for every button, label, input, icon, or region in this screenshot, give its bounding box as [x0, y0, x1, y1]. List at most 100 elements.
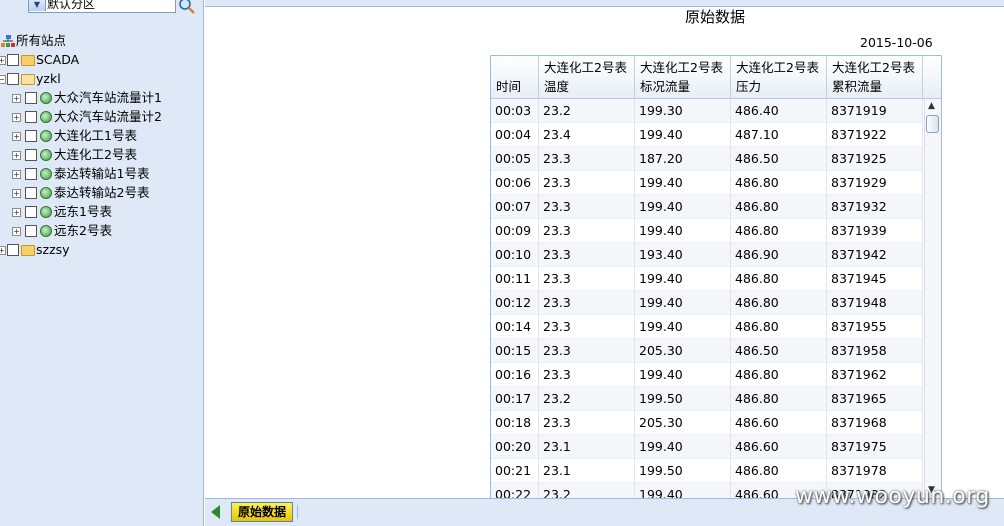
- table-row[interactable]: 00:17 23.2 199.50 486.80 8371965: [491, 387, 923, 411]
- table-row[interactable]: 00:21 23.1 199.50 486.80 8371978: [491, 459, 923, 483]
- table-cell: 486.50: [731, 147, 827, 171]
- table-cell: 00:05: [491, 147, 539, 171]
- tree-group-label: SCADA: [36, 52, 80, 67]
- tree-item-station[interactable]: + 大连化工2号表: [0, 146, 200, 165]
- tree-item-station[interactable]: + 大众汽车站流量计1: [0, 89, 200, 108]
- tree-checkbox[interactable]: [25, 168, 37, 180]
- tree-checkbox[interactable]: [7, 73, 19, 85]
- table-row[interactable]: 00:15 23.3 205.30 486.50 8371958: [491, 339, 923, 363]
- table-cell: 00:20: [491, 435, 539, 459]
- table-cell: 23.3: [539, 267, 635, 291]
- table-row[interactable]: 00:04 23.4 199.40 487.10 8371922: [491, 123, 923, 147]
- table-cell: 486.90: [731, 243, 827, 267]
- collapse-icon[interactable]: −: [0, 75, 6, 84]
- table-row[interactable]: 00:09 23.3 199.40 486.80 8371939: [491, 219, 923, 243]
- tree-group-yzkl[interactable]: − yzkl: [0, 70, 200, 89]
- meter-icon: [40, 92, 52, 104]
- site-tree-panel: ▼ 默认分区 所有站点 + SCADA − yzkl + 大众汽车站流量计1 +…: [0, 0, 204, 526]
- table-cell: 487.10: [731, 123, 827, 147]
- panel-header-strip: [205, 0, 1004, 7]
- table-row[interactable]: 00:07 23.3 199.40 486.80 8371932: [491, 195, 923, 219]
- zone-select[interactable]: ▼ 默认分区: [28, 0, 176, 13]
- arrow-left-icon[interactable]: [211, 505, 220, 519]
- tree-group-label: szzsy: [36, 242, 70, 257]
- table-row[interactable]: 00:10 23.3 193.40 486.90 8371942: [491, 243, 923, 267]
- table-row[interactable]: 00:16 23.3 199.40 486.80 8371962: [491, 363, 923, 387]
- tree-checkbox[interactable]: [25, 130, 37, 142]
- table-cell: 23.3: [539, 363, 635, 387]
- table-row[interactable]: 00:11 23.3 199.40 486.80 8371945: [491, 267, 923, 291]
- tree-checkbox[interactable]: [7, 54, 19, 66]
- meter-icon: [40, 225, 52, 237]
- column-header-line2: 压力: [736, 79, 762, 94]
- table-cell: 23.1: [539, 435, 635, 459]
- table-row[interactable]: 00:14 23.3 199.40 486.80 8371955: [491, 315, 923, 339]
- expand-icon[interactable]: +: [12, 170, 21, 179]
- column-header-time[interactable]: 时间: [491, 56, 539, 98]
- table-cell: 486.80: [731, 291, 827, 315]
- expand-icon[interactable]: +: [12, 132, 21, 141]
- tree-item-label: 大连化工2号表: [54, 147, 137, 162]
- table-cell: 193.40: [635, 243, 731, 267]
- expand-icon[interactable]: +: [12, 189, 21, 198]
- table-cell: 199.50: [635, 387, 731, 411]
- tree-checkbox[interactable]: [25, 187, 37, 199]
- tree-item-label: 大众汽车站流量计1: [54, 90, 162, 105]
- scroll-thumb[interactable]: [926, 115, 939, 133]
- expand-icon[interactable]: +: [12, 113, 21, 122]
- table-cell: 486.80: [731, 459, 827, 483]
- tree-group-szzsy[interactable]: + szzsy: [0, 241, 200, 260]
- column-header-temperature[interactable]: 大连化工2号表 温度: [539, 56, 635, 98]
- table-row[interactable]: 00:20 23.1 199.40 486.60 8371975: [491, 435, 923, 459]
- table-cell: 199.40: [635, 123, 731, 147]
- table-cell: 205.30: [635, 411, 731, 435]
- table-cell: 00:10: [491, 243, 539, 267]
- table-cell: 23.3: [539, 411, 635, 435]
- table-row[interactable]: 00:05 23.3 187.20 486.50 8371925: [491, 147, 923, 171]
- tree-checkbox[interactable]: [25, 206, 37, 218]
- tree-item-station[interactable]: + 泰达转输站1号表: [0, 165, 200, 184]
- table-cell: 23.3: [539, 315, 635, 339]
- tree-checkbox[interactable]: [25, 149, 37, 161]
- expand-icon[interactable]: +: [0, 56, 6, 65]
- table-cell: 486.80: [731, 195, 827, 219]
- tree-item-station[interactable]: + 远东2号表: [0, 222, 200, 241]
- tree-checkbox[interactable]: [25, 111, 37, 123]
- tree-item-station[interactable]: + 大众汽车站流量计2: [0, 108, 200, 127]
- tree-item-station[interactable]: + 大连化工1号表: [0, 127, 200, 146]
- expand-icon[interactable]: +: [12, 151, 21, 160]
- column-header-line1: 大连化工2号表: [832, 60, 915, 75]
- expand-icon[interactable]: +: [0, 246, 6, 255]
- table-cell: 486.80: [731, 171, 827, 195]
- table-cell: 00:14: [491, 315, 539, 339]
- table-cell: 8371919: [827, 99, 923, 123]
- table-cell: 23.3: [539, 195, 635, 219]
- search-icon[interactable]: [178, 0, 196, 14]
- table-row[interactable]: 00:03 23.2 199.30 486.40 8371919: [491, 99, 923, 123]
- table-cell: 199.40: [635, 267, 731, 291]
- table-row[interactable]: 00:12 23.3 199.40 486.80 8371948: [491, 291, 923, 315]
- tree-root[interactable]: 所有站点: [0, 32, 200, 51]
- column-header-pressure[interactable]: 大连化工2号表 压力: [731, 56, 827, 98]
- scroll-up-icon[interactable]: ▲: [928, 101, 935, 111]
- table-cell: 8371962: [827, 363, 923, 387]
- tree-checkbox[interactable]: [7, 244, 19, 256]
- column-header-std-flow[interactable]: 大连化工2号表 标况流量: [635, 56, 731, 98]
- table-row[interactable]: 00:06 23.3 199.40 486.80 8371929: [491, 171, 923, 195]
- tree-checkbox[interactable]: [25, 92, 37, 104]
- table-row[interactable]: 00:18 23.3 205.30 486.60 8371968: [491, 411, 923, 435]
- expand-icon[interactable]: +: [12, 227, 21, 236]
- tree-checkbox[interactable]: [25, 225, 37, 237]
- tab-raw-data[interactable]: 原始数据: [231, 502, 293, 522]
- table-cell: 199.40: [635, 363, 731, 387]
- tree-group-scada[interactable]: + SCADA: [0, 51, 200, 70]
- table-cell: 8371958: [827, 339, 923, 363]
- column-header-total-flow[interactable]: 大连化工2号表 累积流量: [827, 56, 923, 98]
- tree-item-station[interactable]: + 泰达转输站2号表: [0, 184, 200, 203]
- tree-item-station[interactable]: + 远东1号表: [0, 203, 200, 222]
- column-header-line1: 大连化工2号表: [736, 60, 819, 75]
- chevron-down-icon[interactable]: ▼: [29, 0, 46, 11]
- expand-icon[interactable]: +: [12, 94, 21, 103]
- vertical-scrollbar[interactable]: ▲ ▼: [924, 99, 941, 500]
- expand-icon[interactable]: +: [12, 208, 21, 217]
